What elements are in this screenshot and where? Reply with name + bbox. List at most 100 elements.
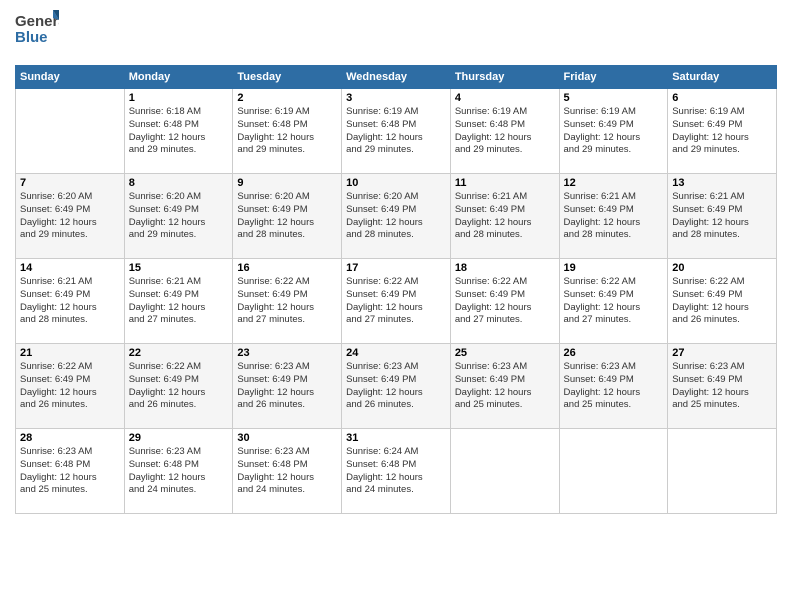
day-info-line: and 27 minutes. [346,314,446,327]
day-info-line: Sunset: 6:49 PM [129,204,229,217]
table-row: 28Sunrise: 6:23 AMSunset: 6:48 PMDayligh… [16,429,125,514]
day-info: Sunrise: 6:22 AMSunset: 6:49 PMDaylight:… [346,276,446,327]
day-info-line: Sunrise: 6:20 AM [346,191,446,204]
day-info-line: and 29 minutes. [20,229,120,242]
col-tuesday: Tuesday [233,66,342,89]
day-number: 20 [672,262,772,274]
day-info-line: Sunrise: 6:20 AM [20,191,120,204]
day-number: 2 [237,92,337,104]
day-info-line: Daylight: 12 hours [129,302,229,315]
table-row: 24Sunrise: 6:23 AMSunset: 6:49 PMDayligh… [342,344,451,429]
table-row [16,89,125,174]
day-number: 14 [20,262,120,274]
table-row: 29Sunrise: 6:23 AMSunset: 6:48 PMDayligh… [124,429,233,514]
day-info-line: Sunset: 6:48 PM [237,119,337,132]
day-number: 5 [564,92,664,104]
day-info: Sunrise: 6:23 AMSunset: 6:49 PMDaylight:… [237,361,337,412]
day-info-line: Sunset: 6:49 PM [564,374,664,387]
day-number: 25 [455,347,555,359]
day-info: Sunrise: 6:23 AMSunset: 6:48 PMDaylight:… [20,446,120,497]
day-info-line: Sunrise: 6:22 AM [672,276,772,289]
day-info-line: Sunrise: 6:22 AM [237,276,337,289]
table-row [668,429,777,514]
day-info-line: and 27 minutes. [237,314,337,327]
calendar-week-1: 1Sunrise: 6:18 AMSunset: 6:48 PMDaylight… [16,89,777,174]
day-info-line: Daylight: 12 hours [237,387,337,400]
table-row: 27Sunrise: 6:23 AMSunset: 6:49 PMDayligh… [668,344,777,429]
day-info-line: Sunrise: 6:19 AM [237,106,337,119]
day-info-line: and 26 minutes. [237,399,337,412]
day-info: Sunrise: 6:23 AMSunset: 6:49 PMDaylight:… [346,361,446,412]
day-number: 15 [129,262,229,274]
day-info: Sunrise: 6:18 AMSunset: 6:48 PMDaylight:… [129,106,229,157]
day-info: Sunrise: 6:22 AMSunset: 6:49 PMDaylight:… [237,276,337,327]
day-info-line: Sunrise: 6:22 AM [564,276,664,289]
day-info-line: Sunset: 6:49 PM [237,289,337,302]
calendar-week-4: 21Sunrise: 6:22 AMSunset: 6:49 PMDayligh… [16,344,777,429]
day-info-line: Daylight: 12 hours [672,217,772,230]
table-row: 18Sunrise: 6:22 AMSunset: 6:49 PMDayligh… [450,259,559,344]
day-number: 23 [237,347,337,359]
day-info-line: Sunrise: 6:23 AM [129,446,229,459]
day-number: 16 [237,262,337,274]
day-info-line: Sunrise: 6:22 AM [20,361,120,374]
day-info-line: Sunset: 6:49 PM [20,289,120,302]
day-info-line: Sunset: 6:49 PM [20,374,120,387]
day-number: 18 [455,262,555,274]
day-info: Sunrise: 6:21 AMSunset: 6:49 PMDaylight:… [129,276,229,327]
table-row: 30Sunrise: 6:23 AMSunset: 6:48 PMDayligh… [233,429,342,514]
day-info-line: Sunset: 6:48 PM [346,119,446,132]
day-number: 21 [20,347,120,359]
day-info-line: Daylight: 12 hours [346,132,446,145]
day-info-line: Daylight: 12 hours [346,302,446,315]
day-info-line: Daylight: 12 hours [564,132,664,145]
col-thursday: Thursday [450,66,559,89]
table-row: 1Sunrise: 6:18 AMSunset: 6:48 PMDaylight… [124,89,233,174]
day-info-line: Sunset: 6:49 PM [455,374,555,387]
day-info-line: Sunset: 6:48 PM [237,459,337,472]
day-number: 30 [237,432,337,444]
day-info-line: Daylight: 12 hours [129,472,229,485]
day-info-line: Daylight: 12 hours [455,132,555,145]
day-number: 7 [20,177,120,189]
table-row: 5Sunrise: 6:19 AMSunset: 6:49 PMDaylight… [559,89,668,174]
day-info-line: Daylight: 12 hours [346,217,446,230]
day-info-line: Sunrise: 6:19 AM [346,106,446,119]
day-info-line: and 29 minutes. [129,144,229,157]
table-row: 16 Sunrise: 6:22 AMSunset: 6:49 PMDayligh… [233,259,342,344]
day-info-line: Sunrise: 6:21 AM [455,191,555,204]
day-info-line: Sunset: 6:49 PM [346,289,446,302]
day-info-line: and 28 minutes. [455,229,555,242]
day-info-line: Sunrise: 6:23 AM [455,361,555,374]
col-sunday: Sunday [16,66,125,89]
day-number: 13 [672,177,772,189]
day-info: Sunrise: 6:21 AMSunset: 6:49 PMDaylight:… [20,276,120,327]
day-info-line: Daylight: 12 hours [672,302,772,315]
day-info: Sunrise: 6:24 AMSunset: 6:48 PMDaylight:… [346,446,446,497]
day-info: Sunrise: 6:19 AMSunset: 6:48 PMDaylight:… [455,106,555,157]
day-info-line: and 25 minutes. [20,484,120,497]
day-info-line: and 27 minutes. [564,314,664,327]
day-info-line: Sunset: 6:49 PM [455,289,555,302]
day-number: 17 [346,262,446,274]
calendar-week-3: 14 Sunrise: 6:21 AMSunset: 6:49 PMDayligh… [16,259,777,344]
day-info-line: Sunset: 6:49 PM [672,119,772,132]
day-info-line: Sunrise: 6:20 AM [237,191,337,204]
calendar-week-5: 28Sunrise: 6:23 AMSunset: 6:48 PMDayligh… [16,429,777,514]
day-info-line: Daylight: 12 hours [129,217,229,230]
day-info-line: and 26 minutes. [672,314,772,327]
page: General Blue Sunday Monday Tuesday Wedne… [0,0,792,612]
table-row: 25Sunrise: 6:23 AMSunset: 6:49 PMDayligh… [450,344,559,429]
day-number: 11 [455,177,555,189]
day-info-line: Sunrise: 6:23 AM [672,361,772,374]
day-info: Sunrise: 6:21 AMSunset: 6:49 PMDaylight:… [564,191,664,242]
day-info-line: Sunset: 6:48 PM [20,459,120,472]
day-info-line: and 26 minutes. [346,399,446,412]
day-number: 8 [129,177,229,189]
day-info-line: and 28 minutes. [672,229,772,242]
day-info-line: Daylight: 12 hours [455,217,555,230]
general-blue-logo: General Blue [15,10,59,52]
day-info-line: Sunrise: 6:19 AM [455,106,555,119]
day-number: 29 [129,432,229,444]
day-info-line: Sunrise: 6:24 AM [346,446,446,459]
